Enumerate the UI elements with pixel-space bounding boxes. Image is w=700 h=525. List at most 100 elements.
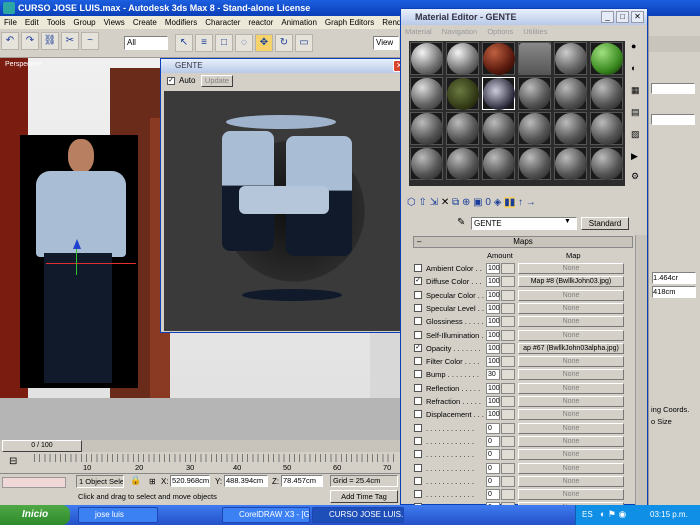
map-slot-button[interactable]: None	[518, 369, 624, 381]
me-minimize-button[interactable]: _	[601, 11, 614, 23]
map-slot-button[interactable]: Map #8 (BwllkJohn03.jpg)	[518, 276, 624, 288]
y-coordinate-field[interactable]: 488.394cm	[224, 475, 268, 487]
sample-slot[interactable]	[518, 112, 551, 145]
menu-character[interactable]: Character	[205, 18, 240, 27]
select-move-icon[interactable]: ✥	[255, 34, 273, 52]
menu-create[interactable]: Create	[133, 18, 157, 27]
material-name-field[interactable]: GENTE	[471, 217, 577, 230]
show-end-result-icon[interactable]: ▮▮	[504, 197, 516, 208]
map-slot-button[interactable]: None	[518, 396, 624, 407]
sample-type-icon[interactable]: ●	[631, 41, 636, 51]
real-world-coords-label[interactable]: ing Coords.	[651, 405, 689, 414]
taskbar-item-3dsmax[interactable]: CURSO JOSE LUIS.m...	[312, 507, 404, 523]
unlink-icon[interactable]: ✂	[61, 32, 79, 50]
map-amount-spinner[interactable]	[501, 342, 515, 354]
put-to-scene-icon[interactable]: ⇧	[419, 197, 427, 208]
map-amount-spinner[interactable]	[501, 409, 515, 421]
sample-slot[interactable]	[410, 112, 443, 145]
map-slot-button[interactable]: None	[518, 329, 624, 341]
taskbar-item-coreldraw[interactable]: CorelDRAW X3 - [Grá...	[222, 507, 310, 523]
me-close-button[interactable]: ✕	[631, 11, 644, 23]
menu-views[interactable]: Views	[104, 18, 125, 27]
make-copy-icon[interactable]: ⧉	[452, 197, 459, 208]
map-amount-spinner[interactable]	[501, 329, 515, 341]
map-amount-field[interactable]: 0	[486, 422, 500, 434]
map-amount-field[interactable]: 100	[486, 382, 500, 394]
sample-slot[interactable]	[446, 77, 479, 110]
map-slot-button[interactable]: None	[518, 263, 624, 274]
sample-slot[interactable]	[590, 112, 623, 145]
sample-slot[interactable]	[482, 42, 515, 75]
sample-slot[interactable]	[590, 147, 623, 180]
menu-reactor[interactable]: reactor	[248, 18, 273, 27]
reference-coord-dropdown[interactable]: View	[373, 36, 399, 50]
map-slot-button[interactable]: None	[518, 409, 624, 421]
map-slot-button[interactable]: None	[518, 302, 624, 314]
map-amount-field[interactable]: 30	[486, 369, 500, 381]
backlight-icon[interactable]: ◐	[631, 63, 636, 73]
panel-field-1[interactable]	[651, 83, 695, 94]
reset-map-icon[interactable]: ✕	[441, 197, 449, 208]
select-rotate-icon[interactable]: ↻	[275, 34, 293, 52]
put-to-library-icon[interactable]: ▣	[473, 197, 482, 208]
map-enable-checkbox[interactable]	[414, 290, 422, 299]
sample-slot[interactable]	[554, 42, 587, 75]
map-slot-button[interactable]: None	[518, 475, 624, 487]
map-enable-checkbox[interactable]	[414, 303, 422, 312]
map-amount-field[interactable]: 0	[486, 449, 500, 461]
material-type-button[interactable]: Standard	[581, 217, 629, 230]
map-slot-button[interactable]: None	[518, 422, 624, 434]
panel-value-1[interactable]: 1.464cr	[652, 272, 696, 284]
sample-slot[interactable]	[482, 112, 515, 145]
select-by-name-icon[interactable]: ≡	[195, 34, 213, 52]
window-crossing-icon[interactable]: ◌	[235, 34, 253, 52]
material-id-icon[interactable]: 0	[485, 197, 491, 208]
panel-value-2[interactable]: 418cm	[652, 286, 696, 298]
map-amount-spinner[interactable]	[501, 276, 515, 288]
map-enable-checkbox[interactable]	[414, 490, 422, 499]
menu-edit[interactable]: Edit	[25, 18, 39, 27]
background-icon[interactable]: ▦	[631, 85, 640, 96]
map-enable-checkbox[interactable]	[414, 330, 422, 339]
map-enable-checkbox[interactable]	[414, 264, 422, 272]
map-enable-checkbox[interactable]	[414, 450, 422, 459]
map-amount-field[interactable]: 100	[486, 276, 500, 288]
language-indicator[interactable]: ES	[582, 510, 593, 519]
select-scale-icon[interactable]: ▭	[295, 34, 313, 52]
map-amount-spinner[interactable]	[501, 422, 515, 434]
map-enable-checkbox[interactable]	[414, 410, 422, 419]
map-amount-field[interactable]: 100	[486, 342, 500, 354]
map-amount-spinner[interactable]	[501, 489, 515, 501]
update-button[interactable]: Update	[201, 75, 233, 87]
name-dropdown-arrow-icon[interactable]: ▼	[564, 218, 571, 225]
map-amount-field[interactable]: 100	[486, 302, 500, 314]
video-color-check-icon[interactable]: ▨	[631, 129, 640, 140]
time-slider[interactable]: 0 / 100	[0, 440, 400, 452]
map-enable-checkbox[interactable]	[414, 370, 422, 379]
sample-slot[interactable]	[518, 77, 551, 110]
map-amount-field[interactable]: 100	[486, 289, 500, 301]
map-amount-spinner[interactable]	[501, 356, 515, 368]
select-object-icon[interactable]: ↖	[175, 34, 193, 52]
sample-slot[interactable]	[446, 112, 479, 145]
tray-icons[interactable]: ◐ ⚑ ◉	[600, 509, 626, 520]
auto-checkbox[interactable]: ✓	[167, 77, 175, 85]
map-slot-button[interactable]: None	[518, 356, 624, 368]
lock-selection-icon[interactable]: 🔒	[130, 475, 141, 486]
map-enable-checkbox[interactable]	[414, 357, 422, 366]
track-bar-icon[interactable]: ⊟	[9, 456, 17, 467]
absolute-mode-icon[interactable]: ⊞	[149, 477, 156, 486]
map-amount-spinner[interactable]	[501, 449, 515, 461]
map-amount-field[interactable]: 100	[486, 409, 500, 421]
redo-icon[interactable]: ↷	[21, 32, 39, 50]
map-amount-spinner[interactable]	[501, 382, 515, 394]
sample-slot[interactable]	[554, 147, 587, 180]
sample-slot[interactable]	[410, 42, 443, 75]
map-amount-field[interactable]: 0	[486, 475, 500, 487]
x-coordinate-field[interactable]: 520.968cm	[170, 475, 210, 487]
select-link-icon[interactable]: ⛓	[41, 32, 59, 50]
sample-uv-tiling-icon[interactable]: ▤	[631, 107, 640, 118]
map-amount-spinner[interactable]	[501, 475, 515, 487]
sample-slot[interactable]	[590, 77, 623, 110]
z-coordinate-field[interactable]: 78.457cm	[281, 475, 323, 487]
